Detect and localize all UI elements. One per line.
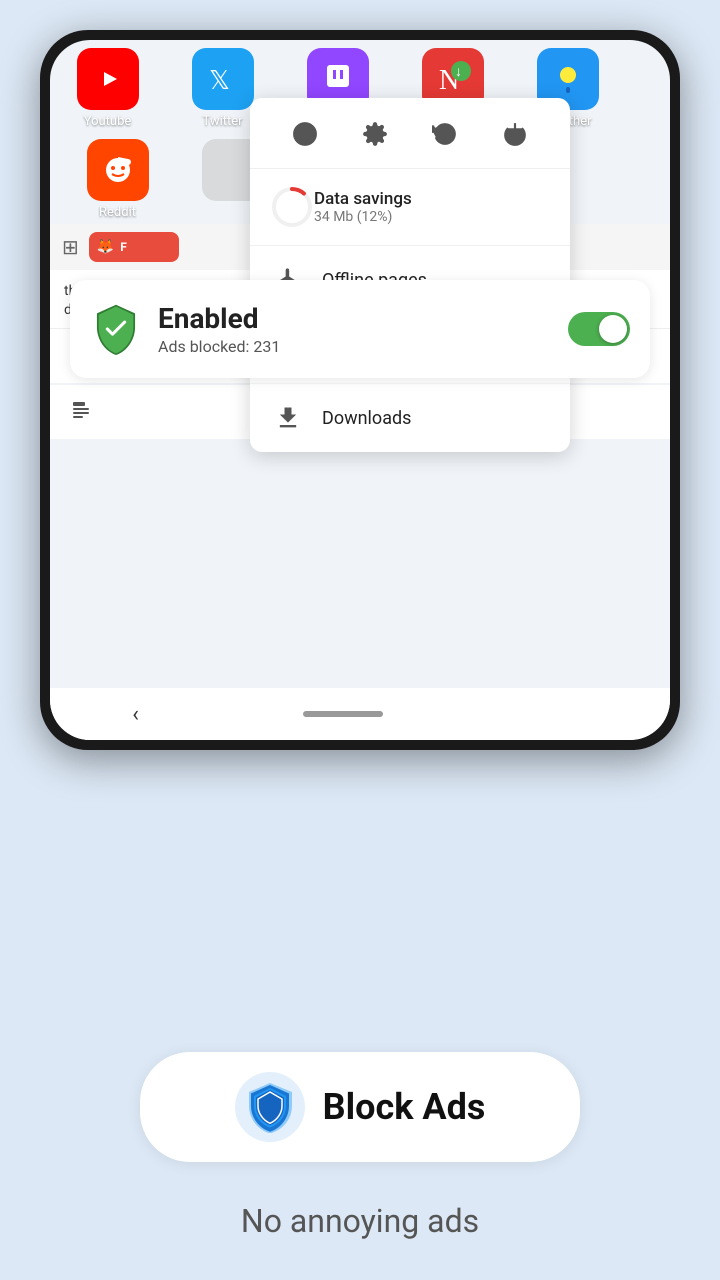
toggle-knob xyxy=(599,315,627,343)
home-pill[interactable] xyxy=(303,711,383,717)
ads-blocked-label: Ads blocked: 231 xyxy=(158,337,568,356)
blue-shield-icon xyxy=(247,1081,293,1133)
power-button[interactable] xyxy=(495,114,535,154)
firefox-item[interactable]: 🦊 F xyxy=(89,232,179,262)
app-icon-youtube[interactable]: Youtube xyxy=(50,48,165,129)
settings-button[interactable] xyxy=(355,114,395,154)
document-icon xyxy=(64,395,98,429)
data-savings-row[interactable]: Data savings 34 Mb (12%) xyxy=(250,169,570,246)
back-button[interactable]: ‹ xyxy=(132,702,139,727)
dropdown-menu: Data savings 34 Mb (12%) Offline pages xyxy=(250,98,570,452)
enabled-text-block: Enabled Ads blocked: 231 xyxy=(158,302,568,356)
enabled-banner: Enabled Ads blocked: 231 xyxy=(70,280,650,378)
twitter-label: Twitter xyxy=(202,114,242,129)
data-savings-progress xyxy=(270,185,314,229)
app-icon-reddit[interactable]: Reddit xyxy=(60,139,175,220)
svg-text:↓: ↓ xyxy=(455,63,462,79)
svg-text:𝕏: 𝕏 xyxy=(209,65,230,95)
enabled-title: Enabled xyxy=(158,302,568,335)
download-icon xyxy=(270,400,306,436)
data-savings-text: Data savings 34 Mb (12%) xyxy=(314,189,412,225)
no-ads-subtitle: No annoying ads xyxy=(241,1202,479,1240)
data-savings-subtitle: 34 Mb (12%) xyxy=(314,209,412,225)
downloads-item[interactable]: Downloads xyxy=(250,384,570,452)
page-content: Youtube 𝕏 Twitter xyxy=(50,40,670,740)
data-savings-title: Data savings xyxy=(314,189,412,209)
youtube-icon-box xyxy=(77,48,139,110)
firefox-icon: 🦊 xyxy=(97,239,114,255)
reddit-icon-box xyxy=(87,139,149,201)
block-ads-title: Block Ads xyxy=(323,1086,486,1128)
enable-toggle[interactable] xyxy=(568,312,630,346)
phone-screen: Youtube 𝕏 Twitter xyxy=(50,40,670,740)
phone-frame: Youtube 𝕏 Twitter xyxy=(40,30,680,750)
no-tracking-button[interactable] xyxy=(285,114,325,154)
firefox-partial-label: F xyxy=(120,240,127,254)
block-ads-card[interactable]: Block Ads xyxy=(140,1052,580,1162)
twitter-icon-box: 𝕏 xyxy=(192,48,254,110)
bottom-section: Block Ads No annoying ads xyxy=(0,992,720,1280)
dropdown-toolbar xyxy=(250,98,570,169)
history-button[interactable] xyxy=(425,114,465,154)
block-ads-shield xyxy=(235,1072,305,1142)
filter-icon: ⊞ xyxy=(62,235,79,259)
reddit-label: Reddit xyxy=(99,205,136,220)
youtube-label: Youtube xyxy=(84,114,132,129)
nav-bar: ‹ xyxy=(50,688,670,740)
green-shield-icon xyxy=(90,303,142,355)
downloads-label: Downloads xyxy=(322,408,411,429)
